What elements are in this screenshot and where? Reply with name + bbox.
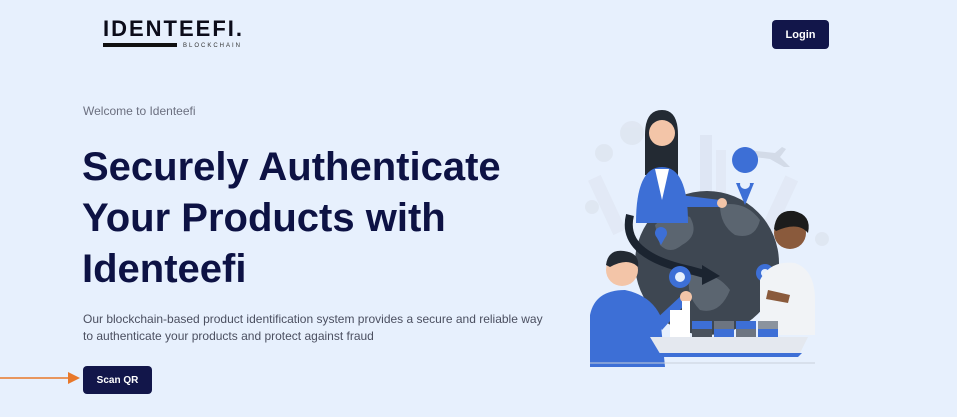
headline-line-1: Securely Authenticate (82, 145, 501, 189)
brand-logo[interactable]: IDENTEEFI. BLOCKCHAIN (103, 17, 248, 53)
woman-figure (636, 110, 727, 223)
logo-wordmark: IDENTEEFI. (103, 16, 245, 41)
hero-illustration (585, 110, 829, 367)
logo-subtext: BLOCKCHAIN (183, 43, 243, 49)
login-button[interactable]: Login (772, 20, 829, 49)
scan-qr-button[interactable]: Scan QR (83, 366, 152, 394)
annotation-arrow-icon (0, 372, 80, 384)
logo-underline (103, 43, 177, 47)
headline-line-3: Identeefi (82, 247, 247, 291)
headline-line-2: Your Products with (82, 196, 446, 240)
hero-eyebrow: Welcome to Identeefi (83, 104, 196, 118)
location-pin-icon (669, 266, 691, 288)
hero-description: Our blockchain-based product identificat… (83, 312, 543, 343)
location-pin-icon (732, 147, 759, 205)
hero-headline: Securely Authenticate Your Products with… (82, 142, 552, 295)
